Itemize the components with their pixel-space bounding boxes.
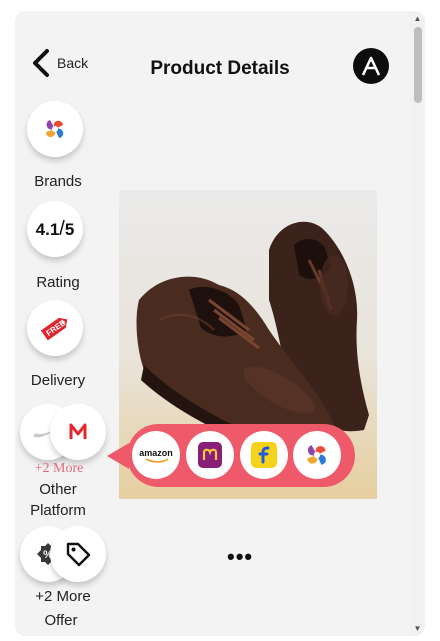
- rating-button[interactable]: 4.1/5: [27, 201, 83, 257]
- delivery-label: Delivery: [30, 372, 86, 389]
- offer-more-count[interactable]: +2 More: [19, 588, 107, 605]
- brands-label: Brands: [34, 173, 82, 190]
- scroll-up-arrow-icon[interactable]: ▲: [410, 11, 425, 26]
- tag-offer-icon-button[interactable]: [50, 526, 106, 582]
- amazon-platform-button[interactable]: amazon: [132, 431, 180, 479]
- delivery-button[interactable]: FREE: [27, 300, 83, 356]
- platform-popup-arrow: [107, 443, 129, 469]
- back-label: Back: [57, 55, 89, 71]
- brand-swirl-platform-button[interactable]: [293, 431, 341, 479]
- rating-value-text: 4.1/5: [35, 217, 75, 240]
- meesho-logo-icon: [198, 442, 222, 468]
- rating-value: 4.1: [35, 219, 60, 239]
- amazon-logo-icon: amazon: [139, 448, 173, 463]
- chevron-left-icon: [33, 49, 49, 77]
- user-profile-icon[interactable]: [353, 48, 389, 84]
- flipkart-logo-icon: [251, 442, 277, 468]
- platform-more-count[interactable]: +2 More: [15, 461, 103, 477]
- amazon-logo-text: amazon: [139, 448, 173, 458]
- myntra-platform-icon-button[interactable]: [50, 404, 106, 460]
- platform-label-line1: Other: [39, 481, 77, 498]
- myntra-logo-icon: [69, 423, 87, 439]
- platform-label-line2: Platform: [30, 502, 86, 519]
- offer-label: Offer: [44, 612, 78, 629]
- scroll-thumb[interactable]: [414, 27, 422, 103]
- flipkart-platform-button[interactable]: [240, 431, 288, 479]
- scroll-down-arrow-icon[interactable]: ▼: [410, 621, 425, 636]
- brands-button[interactable]: [27, 101, 83, 157]
- price-tag-icon: [66, 542, 91, 567]
- profile-a-icon: [361, 56, 381, 76]
- rating-label: Rating: [36, 274, 80, 291]
- meesho-platform-button[interactable]: [186, 431, 234, 479]
- rating-max: 5: [64, 219, 75, 239]
- scrollbar[interactable]: ▲ ▼: [410, 11, 425, 636]
- brand-swirl-logo-icon: [46, 120, 64, 138]
- page-title: Product Details: [150, 58, 290, 79]
- back-button[interactable]: Back: [31, 48, 88, 78]
- brand-swirl-small-icon: [307, 445, 326, 465]
- free-delivery-tag-icon: FREE: [40, 318, 68, 341]
- more-options-button[interactable]: •••: [227, 544, 253, 570]
- product-details-panel: ▲ ▼ Back Product Details Brands 4.1/5 Ra: [15, 11, 425, 636]
